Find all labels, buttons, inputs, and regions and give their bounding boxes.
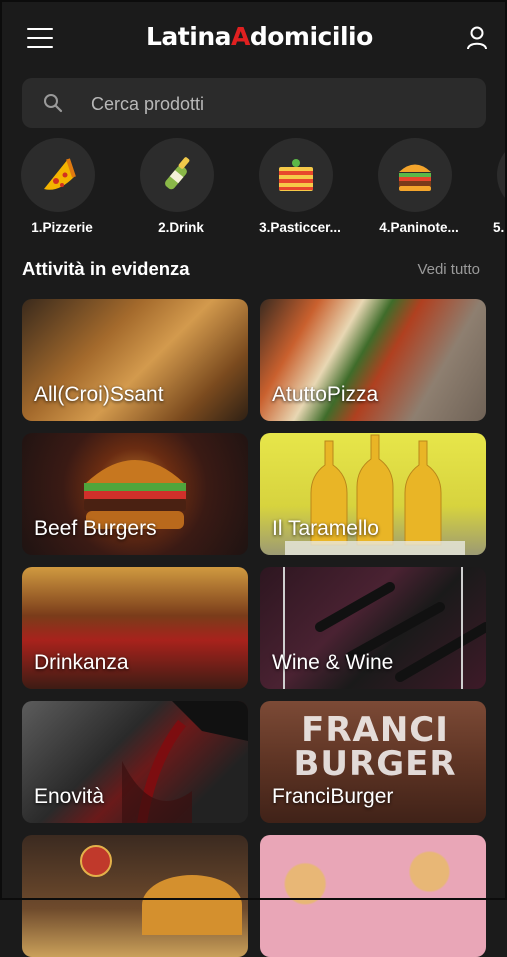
category-item-5[interactable]: 5. xyxy=(479,138,507,238)
store-card[interactable]: All(Croi)Ssant xyxy=(22,299,248,421)
category-label: 5. xyxy=(493,220,505,235)
featured-section-title: Attività in evidenza xyxy=(22,258,190,279)
category-label: 4.Paninote... xyxy=(379,220,459,235)
category-drink[interactable]: 2.Drink xyxy=(122,138,240,238)
app-logo[interactable]: LatinaAdomicilio xyxy=(146,22,386,56)
store-card[interactable]: FRANCI BURGER FranciBurger xyxy=(260,701,486,823)
pizza-slice-icon xyxy=(44,158,76,190)
category-paninoteche[interactable]: 4.Paninote... xyxy=(360,138,478,238)
user-profile-icon[interactable] xyxy=(466,26,488,50)
store-card[interactable] xyxy=(22,835,248,957)
category-label: 3.Pasticcer... xyxy=(259,220,341,235)
search-icon xyxy=(44,94,63,113)
store-name: All(Croi)Ssant xyxy=(34,383,164,406)
hamburger-menu-icon[interactable] xyxy=(27,27,53,49)
category-pasticcerie[interactable]: 3.Pasticcer... xyxy=(241,138,359,238)
store-card[interactable]: Wine & Wine xyxy=(260,567,486,689)
store-logo-badge xyxy=(80,845,112,877)
franciburger-image-text: FRANCI BURGER xyxy=(293,710,457,784)
store-name: Il Taramello xyxy=(272,517,379,540)
store-name: FranciBurger xyxy=(272,785,394,808)
store-card[interactable]: Beef Burgers xyxy=(22,433,248,555)
category-label: 1.Pizzerie xyxy=(31,220,93,235)
see-all-link[interactable]: Vedi tutto xyxy=(417,261,480,278)
store-name: Wine & Wine xyxy=(272,651,394,674)
burger-bun-image xyxy=(142,875,242,935)
store-card[interactable] xyxy=(260,835,486,957)
category-pizzerie[interactable]: 1.Pizzerie xyxy=(3,138,121,238)
burger-icon xyxy=(399,164,431,191)
app-header: LatinaAdomicilio xyxy=(0,0,507,75)
store-card[interactable]: Enovità xyxy=(22,701,248,823)
search-input[interactable] xyxy=(89,78,473,130)
category-label: 2.Drink xyxy=(158,220,204,235)
store-name: AtuttoPizza xyxy=(272,383,379,406)
store-name: Enovità xyxy=(34,785,105,808)
champagne-bottle-icon xyxy=(165,157,190,190)
store-card[interactable]: Drinkanza xyxy=(22,567,248,689)
category-carousel[interactable]: 1.Pizzerie 2.Drink 3.Pasticcer... 4.Pani… xyxy=(0,138,507,238)
store-name: Drinkanza xyxy=(34,651,129,674)
search-bar xyxy=(22,78,486,130)
store-card[interactable]: Il Taramello xyxy=(260,433,486,555)
store-name: Beef Burgers xyxy=(34,517,157,540)
cake-icon xyxy=(279,159,313,191)
store-card[interactable]: AtuttoPizza xyxy=(260,299,486,421)
